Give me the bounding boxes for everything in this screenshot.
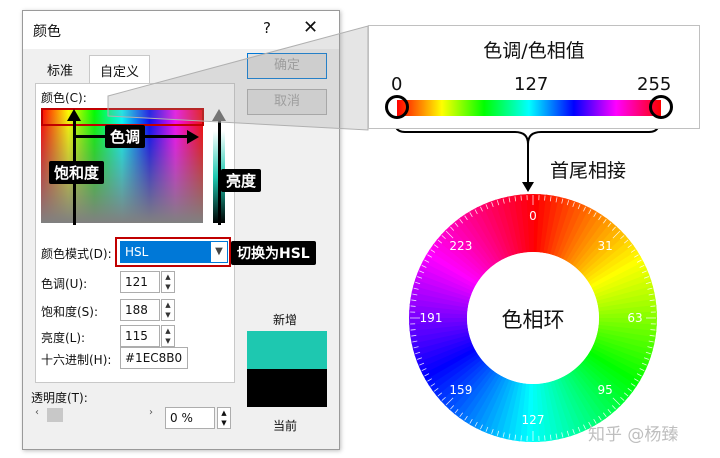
wheel-tick-label: 159: [449, 383, 472, 397]
spectrum-highlight-box: [41, 108, 204, 126]
color-label: 颜色(C):: [41, 91, 87, 105]
hue-arrow-head: [187, 130, 199, 144]
scale-label-max: 255: [637, 74, 672, 95]
saturation-arrow-head: [67, 109, 81, 121]
wheel-tick-label: 31: [597, 239, 612, 253]
tab-standard[interactable]: 标准: [37, 55, 83, 83]
cancel-button[interactable]: 取消: [247, 89, 327, 115]
hex-input[interactable]: #1EC8B0: [120, 347, 188, 369]
opacity-input[interactable]: 0 %: [165, 407, 215, 429]
wheel-tick-label: 95: [597, 383, 612, 397]
tab-custom[interactable]: 自定义: [89, 55, 151, 85]
hex-field-label: 十六进制(H):: [41, 353, 112, 367]
current-color-swatch: [247, 369, 327, 407]
wheel-tick-label: 223: [449, 239, 472, 253]
wheel-center-label: 色相环: [501, 308, 565, 332]
opacity-label: 透明度(T):: [31, 391, 88, 405]
mode-highlight-box: [115, 237, 231, 267]
opacity-spinner[interactable]: ▲ ▼: [217, 407, 231, 429]
zoom-title: 色调/色相值: [483, 40, 585, 62]
wheel-tick-label: 0: [529, 209, 537, 223]
hue-spinner[interactable]: ▲ ▼: [161, 271, 175, 293]
opacity-slider[interactable]: ‹ ›: [31, 407, 157, 423]
watermark: 知乎 @杨臻: [588, 425, 679, 445]
scale-label-min: 0: [391, 74, 403, 95]
switch-hsl-annotation: 切换为HSL: [231, 241, 316, 265]
chevron-right-icon[interactable]: ›: [149, 407, 153, 418]
saturation-annotation: 饱和度: [49, 161, 105, 184]
start-circle-marker: [385, 95, 409, 119]
luminance-field-label: 亮度(L):: [41, 331, 86, 345]
luminance-spinner[interactable]: ▲ ▼: [161, 325, 175, 347]
color-mode-label: 颜色模式(D):: [41, 247, 112, 261]
hue-wheel: 0 31 63 95 127 159 191 223 色相环: [407, 192, 659, 444]
saturation-input[interactable]: 188: [120, 299, 160, 321]
wheel-tick-label: 127: [522, 413, 545, 427]
ok-button[interactable]: 确定: [247, 53, 327, 79]
scale-label-mid: 127: [514, 74, 549, 95]
hue-bar: [397, 100, 661, 116]
luminance-arrow-head: [212, 109, 226, 121]
chevron-left-icon[interactable]: ‹: [35, 407, 39, 418]
hue-annotation: 色调: [105, 125, 146, 148]
dialog-title: 颜色: [33, 24, 61, 40]
luminance-annotation: 亮度: [221, 169, 262, 192]
current-color-label: 当前: [273, 419, 298, 433]
opacity-slider-thumb[interactable]: [47, 408, 63, 422]
end-circle-marker: [649, 95, 673, 119]
help-button[interactable]: ?: [263, 19, 271, 37]
hue-field-label: 色调(U):: [41, 277, 88, 291]
hue-zoom-panel: 色调/色相值 0 127 255: [368, 25, 700, 129]
join-label: 首尾相接: [550, 160, 627, 182]
close-button[interactable]: ✕: [303, 17, 318, 38]
saturation-spinner[interactable]: ▲ ▼: [161, 299, 175, 321]
hue-input[interactable]: 121: [120, 271, 160, 293]
title-bar: 颜色 ? ✕: [23, 11, 339, 49]
new-color-label: 新增: [273, 313, 298, 327]
saturation-field-label: 饱和度(S):: [41, 305, 99, 319]
new-color-swatch: [247, 331, 327, 369]
luminance-input[interactable]: 115: [120, 325, 160, 347]
color-dialog: 颜色 ? ✕ 标准 自定义 确定 取消 颜色(C): 色调 饱和度 亮度 颜色模…: [22, 10, 340, 450]
